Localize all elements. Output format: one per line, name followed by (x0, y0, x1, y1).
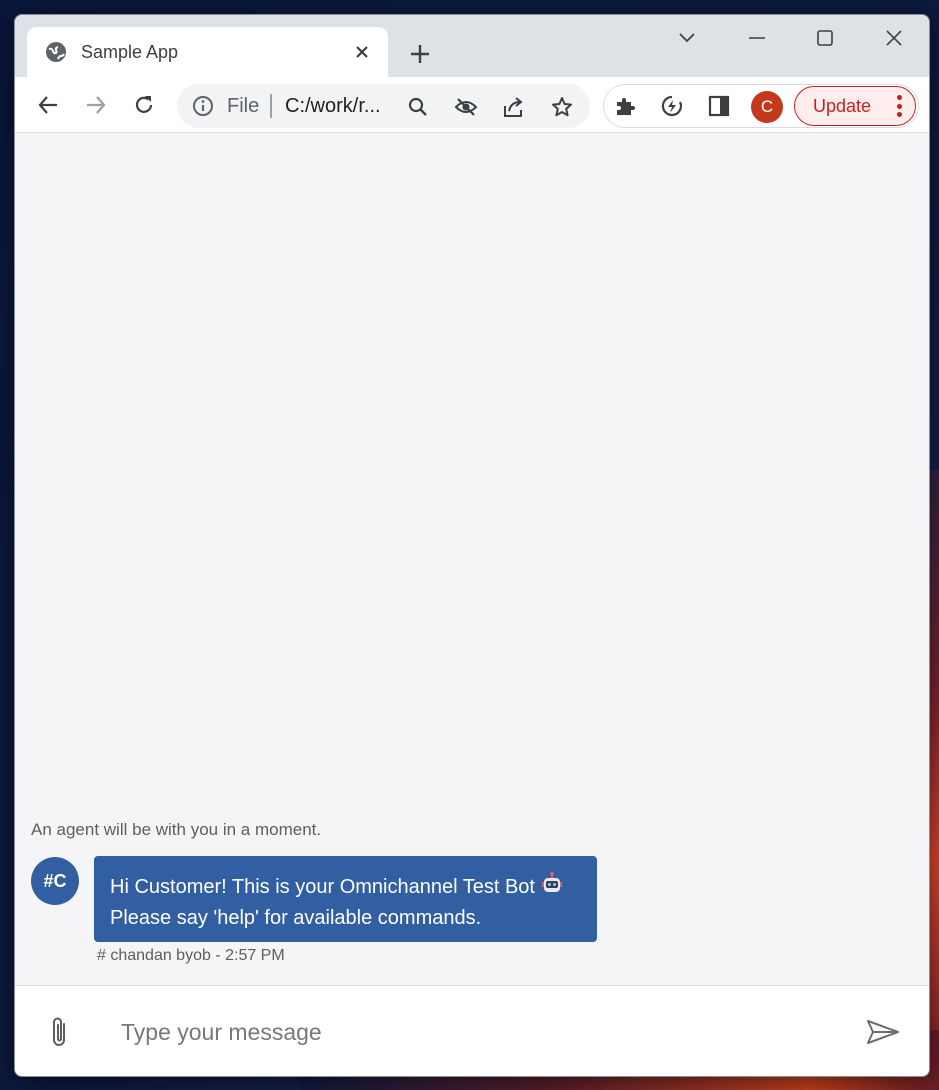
send-icon[interactable] (865, 1016, 901, 1048)
reload-icon[interactable] (128, 89, 160, 121)
message-line-1: Hi Customer! This is your Omnichannel Te… (110, 876, 535, 898)
message-line-2: Please say 'help' for available commands… (110, 907, 482, 929)
chat-transcript: An agent will be with you in a moment. #… (15, 133, 929, 985)
robot-emoji-icon (541, 872, 563, 904)
share-icon[interactable] (501, 94, 527, 120)
extensions-puzzle-icon[interactable] (612, 93, 638, 119)
message-input[interactable] (107, 1010, 827, 1054)
extensions-group: C Update (603, 84, 919, 128)
bot-message-bubble: Hi Customer! This is your Omnichannel Te… (94, 856, 597, 942)
site-info-icon[interactable] (191, 94, 215, 118)
search-icon[interactable] (405, 94, 431, 120)
bot-avatar: #C (31, 857, 79, 905)
forward-arrow-icon[interactable] (80, 89, 112, 121)
side-panel-icon[interactable] (706, 93, 732, 119)
message-composer (15, 985, 929, 1076)
minimize-icon[interactable] (735, 23, 779, 53)
system-notice: An agent will be with you in a moment. (31, 820, 322, 839)
tab-search-chevron-down-icon[interactable] (665, 23, 709, 53)
update-button[interactable]: Update (794, 86, 916, 126)
close-window-icon[interactable] (872, 23, 916, 53)
tab-title: Sample App (81, 41, 179, 62)
browser-toolbar: File C:/work/r... C Update (15, 77, 929, 133)
maximize-icon[interactable] (803, 23, 847, 53)
url-scheme-label: File (227, 95, 260, 117)
browser-window: Sample App File C:/work/r... C Update An… (14, 14, 930, 1077)
profile-avatar[interactable]: C (751, 91, 783, 123)
bookmark-star-icon[interactable] (549, 94, 575, 120)
close-tab-icon[interactable] (350, 40, 374, 64)
new-tab-button[interactable] (405, 39, 435, 69)
globe-icon (45, 41, 67, 63)
eye-off-icon[interactable] (453, 94, 479, 120)
back-arrow-icon[interactable] (32, 89, 64, 121)
address-bar[interactable]: File C:/work/r... (177, 84, 590, 128)
paperclip-attach-icon[interactable] (45, 1014, 75, 1050)
kebab-menu-icon[interactable] (895, 95, 903, 117)
tab-strip: Sample App (15, 15, 929, 77)
tab-sample-app[interactable]: Sample App (27, 27, 388, 77)
update-button-label: Update (813, 95, 872, 116)
performance-bolt-icon[interactable] (659, 93, 685, 119)
url-separator (270, 94, 272, 118)
url-text[interactable]: C:/work/r... (285, 95, 397, 118)
message-meta: # chandan byob - 2:57 PM (97, 947, 285, 964)
